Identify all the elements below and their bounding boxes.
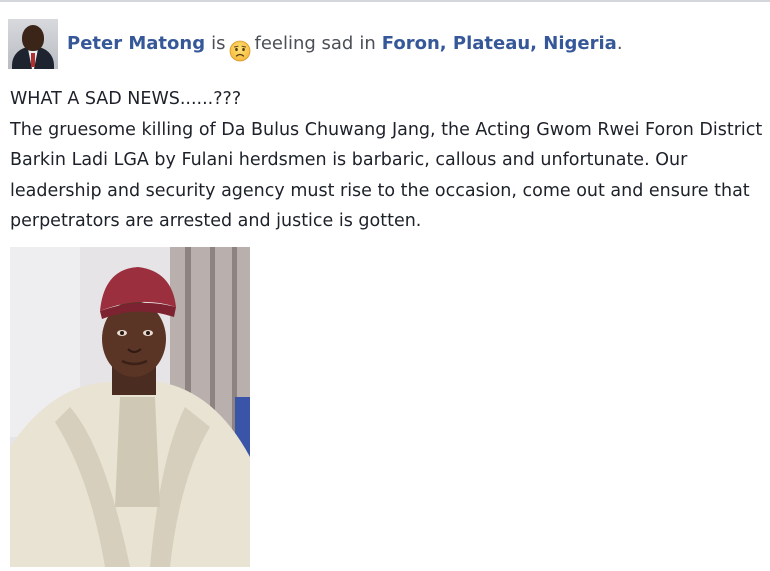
- post-header-text: Peter Matong is feeling sad in Foron, Pl…: [67, 18, 623, 70]
- is-word: is: [211, 33, 226, 54]
- post-photo[interactable]: [10, 247, 250, 567]
- header-period: .: [616, 33, 623, 54]
- top-divider: [0, 0, 770, 2]
- author-avatar[interactable]: [8, 19, 58, 69]
- post-headline: WHAT A SAD NEWS......???: [10, 89, 242, 109]
- sad-face-icon: [229, 31, 251, 62]
- post-message: The gruesome killing of Da Bulus Chuwang…: [10, 119, 763, 232]
- post-header: Peter Matong is feeling sad in Foron, Pl…: [8, 18, 623, 70]
- feeling-text: feeling sad: [254, 33, 354, 54]
- portrait-image: [10, 247, 250, 567]
- in-word: in: [359, 33, 376, 54]
- location-link[interactable]: Foron, Plateau, Nigeria: [382, 18, 617, 70]
- post-body: WHAT A SAD NEWS......??? The gruesome ki…: [10, 84, 765, 237]
- author-name-link[interactable]: Peter Matong: [67, 18, 205, 70]
